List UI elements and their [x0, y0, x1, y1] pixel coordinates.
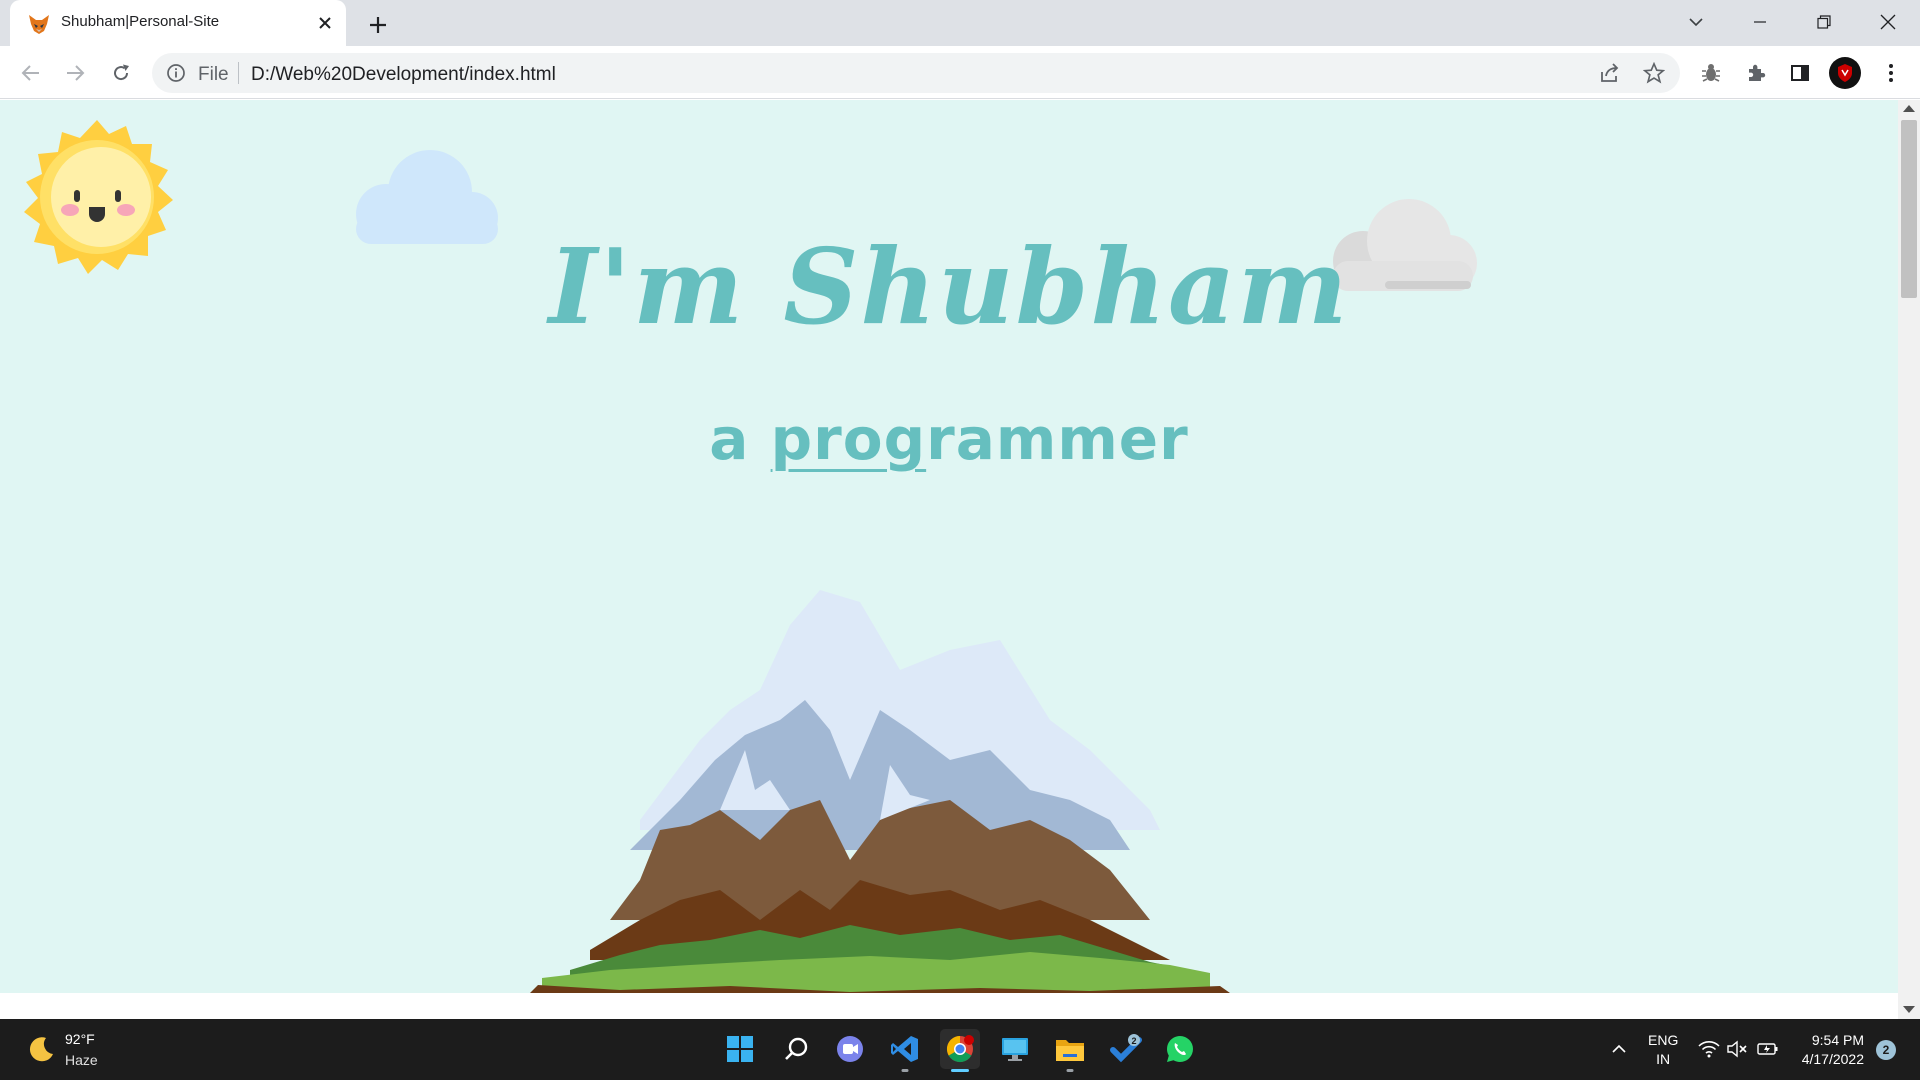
- more-vertical-icon: [1889, 64, 1893, 82]
- windows-taskbar: 92°F Haze 2 ENG IN 9:54 PM 4/17/2022 2: [0, 1019, 1920, 1080]
- arrow-left-icon: [21, 65, 39, 81]
- mountain-illustration: [530, 590, 1230, 993]
- page-subtitle: a programmer: [0, 405, 1898, 473]
- weather-temp[interactable]: 92°F: [65, 1031, 95, 1047]
- extensions-button[interactable]: [1743, 60, 1769, 86]
- system-clock[interactable]: 9:54 PM 4/17/2022: [1790, 1031, 1864, 1069]
- extension-bug-button[interactable]: [1698, 60, 1724, 86]
- share-icon: [1601, 63, 1619, 82]
- scroll-down-arrow[interactable]: [1903, 1006, 1915, 1013]
- forward-button[interactable]: [60, 58, 90, 88]
- chrome-icon: [946, 1035, 974, 1063]
- close-tab-button[interactable]: [313, 11, 337, 35]
- shield-icon: [1838, 64, 1852, 82]
- menu-button[interactable]: [1878, 60, 1904, 86]
- chevron-up-icon: [1612, 1044, 1626, 1053]
- language-line1: ENG: [1648, 1032, 1679, 1048]
- tab-title: Shubham|Personal-Site: [61, 13, 220, 30]
- todo-icon: 2: [1110, 1034, 1142, 1063]
- arrow-right-icon: [67, 65, 85, 81]
- whatsapp-icon: [1167, 1036, 1193, 1063]
- star-icon: [1643, 62, 1665, 84]
- browser-tab[interactable]: Shubham|Personal-Site: [10, 0, 346, 46]
- taskbar-teams-chat[interactable]: [830, 1029, 870, 1069]
- subtitle-prefix: a: [709, 405, 771, 473]
- wifi-status[interactable]: [1697, 1037, 1721, 1061]
- bug-icon: [1702, 64, 1720, 82]
- taskbar-file-explorer[interactable]: [1050, 1029, 1090, 1072]
- subtitle-rest: rammer: [926, 405, 1189, 473]
- moon-icon[interactable]: [26, 1034, 56, 1064]
- share-button[interactable]: [1598, 61, 1622, 85]
- todo-badge: 2: [1131, 1036, 1136, 1046]
- bookmark-button[interactable]: [1642, 61, 1666, 85]
- scroll-thumb[interactable]: [1901, 120, 1917, 298]
- volume-status[interactable]: [1725, 1037, 1749, 1061]
- file-explorer-icon: [1056, 1040, 1084, 1061]
- search-icon: [785, 1037, 808, 1060]
- tab-strip: Shubham|Personal-Site: [0, 0, 1920, 46]
- remote-desktop-icon: [1002, 1038, 1028, 1061]
- teams-chat-icon: [837, 1036, 863, 1062]
- taskbar-whatsapp[interactable]: [1160, 1029, 1200, 1069]
- clock-date: 4/17/2022: [1801, 1051, 1864, 1067]
- side-panel-button[interactable]: [1787, 60, 1813, 86]
- notification-badge[interactable]: 2: [1876, 1040, 1896, 1060]
- battery-charging-icon: [1757, 1043, 1778, 1055]
- volume-muted-icon: [1727, 1040, 1747, 1058]
- battery-status[interactable]: [1756, 1037, 1780, 1061]
- url-scheme-label: File: [198, 64, 229, 85]
- back-button[interactable]: [16, 58, 46, 88]
- address-separator: [238, 62, 239, 84]
- close-window-button[interactable]: [1872, 8, 1904, 36]
- puzzle-icon: [1749, 64, 1766, 81]
- url-text[interactable]: D:/Web%20Development/index.html: [251, 64, 556, 86]
- wifi-icon: [1698, 1041, 1720, 1058]
- taskbar-todo[interactable]: 2: [1106, 1029, 1146, 1069]
- language-line2: IN: [1656, 1051, 1671, 1067]
- scroll-up-arrow[interactable]: [1903, 105, 1915, 112]
- weather-desc[interactable]: Haze: [65, 1052, 98, 1068]
- side-panel-icon: [1791, 65, 1809, 81]
- active-indicator: [951, 1069, 969, 1072]
- taskbar-remote-desktop[interactable]: [995, 1029, 1035, 1069]
- taskbar-chrome[interactable]: [940, 1029, 980, 1072]
- page-title: I'm Shubham: [548, 225, 1350, 348]
- vscode-icon: [891, 1036, 918, 1062]
- new-tab-button[interactable]: [364, 11, 392, 39]
- minimize-button[interactable]: [1744, 8, 1776, 36]
- tab-search-button[interactable]: [1680, 8, 1712, 36]
- profile-avatar[interactable]: [1829, 57, 1861, 89]
- page-scrollbar[interactable]: [1898, 100, 1920, 1019]
- info-icon[interactable]: [166, 63, 186, 83]
- show-hidden-icons-button[interactable]: [1608, 1037, 1630, 1061]
- running-indicator: [901, 1069, 909, 1072]
- page-viewport: I'm Shubham a programmer: [0, 100, 1898, 1019]
- taskbar-vscode[interactable]: [885, 1029, 925, 1072]
- hero-section: I'm Shubham a programmer: [0, 100, 1898, 993]
- plus-icon: [370, 17, 386, 33]
- running-indicator: [1066, 1069, 1074, 1072]
- address-bar[interactable]: File D:/Web%20Development/index.html: [152, 53, 1680, 93]
- subtitle-link[interactable]: prog: [771, 405, 927, 473]
- close-icon: [1880, 14, 1896, 30]
- close-icon: [319, 17, 331, 29]
- browser-toolbar: File D:/Web%20Development/index.html: [0, 46, 1920, 99]
- minimize-icon: [1754, 21, 1766, 23]
- clock-time: 9:54 PM: [1811, 1032, 1864, 1048]
- fox-icon: [29, 15, 49, 34]
- language-indicator[interactable]: ENG IN: [1648, 1031, 1678, 1069]
- start-icon: [727, 1036, 753, 1062]
- reload-button[interactable]: [106, 58, 136, 88]
- restore-icon: [1817, 15, 1831, 29]
- chevron-down-icon: [1689, 18, 1703, 27]
- taskbar-search[interactable]: [776, 1029, 816, 1069]
- reload-icon: [114, 64, 129, 81]
- restore-button[interactable]: [1808, 8, 1840, 36]
- start-button[interactable]: [720, 1029, 760, 1069]
